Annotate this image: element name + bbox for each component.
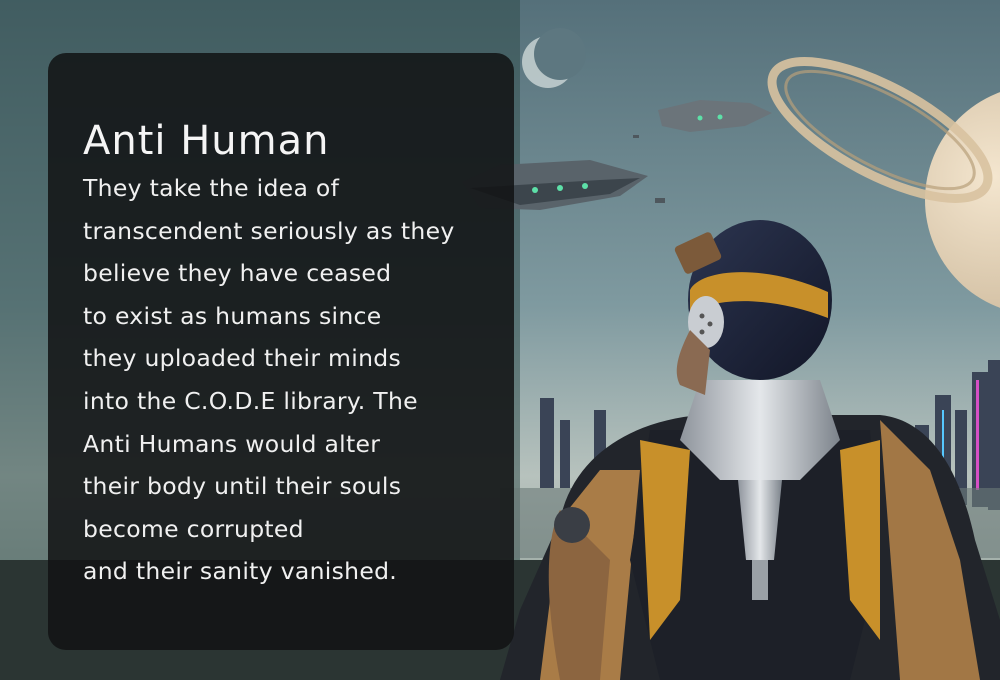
game-scene: Anti Human They take the idea of transce… bbox=[0, 0, 1000, 680]
lore-card-description: They take the idea of transcendent serio… bbox=[83, 167, 514, 593]
lore-card-title: Anti Human bbox=[83, 118, 330, 164]
description-line: to exist as humans since bbox=[83, 301, 382, 330]
description-line: their body until their souls bbox=[83, 472, 402, 501]
description-line: and their sanity vanished. bbox=[83, 557, 398, 586]
description-line: into the C.O.D.E library. The bbox=[83, 386, 418, 415]
description-line: believe they have ceased bbox=[83, 259, 392, 288]
description-line: transcendent seriously as they bbox=[83, 216, 455, 245]
lore-card: Anti Human They take the idea of transce… bbox=[48, 53, 514, 650]
description-line: they uploaded their minds bbox=[83, 344, 402, 373]
description-line: Anti Humans would alter bbox=[83, 429, 381, 458]
description-line: They take the idea of bbox=[83, 174, 340, 202]
description-line: become corrupted bbox=[83, 514, 304, 543]
